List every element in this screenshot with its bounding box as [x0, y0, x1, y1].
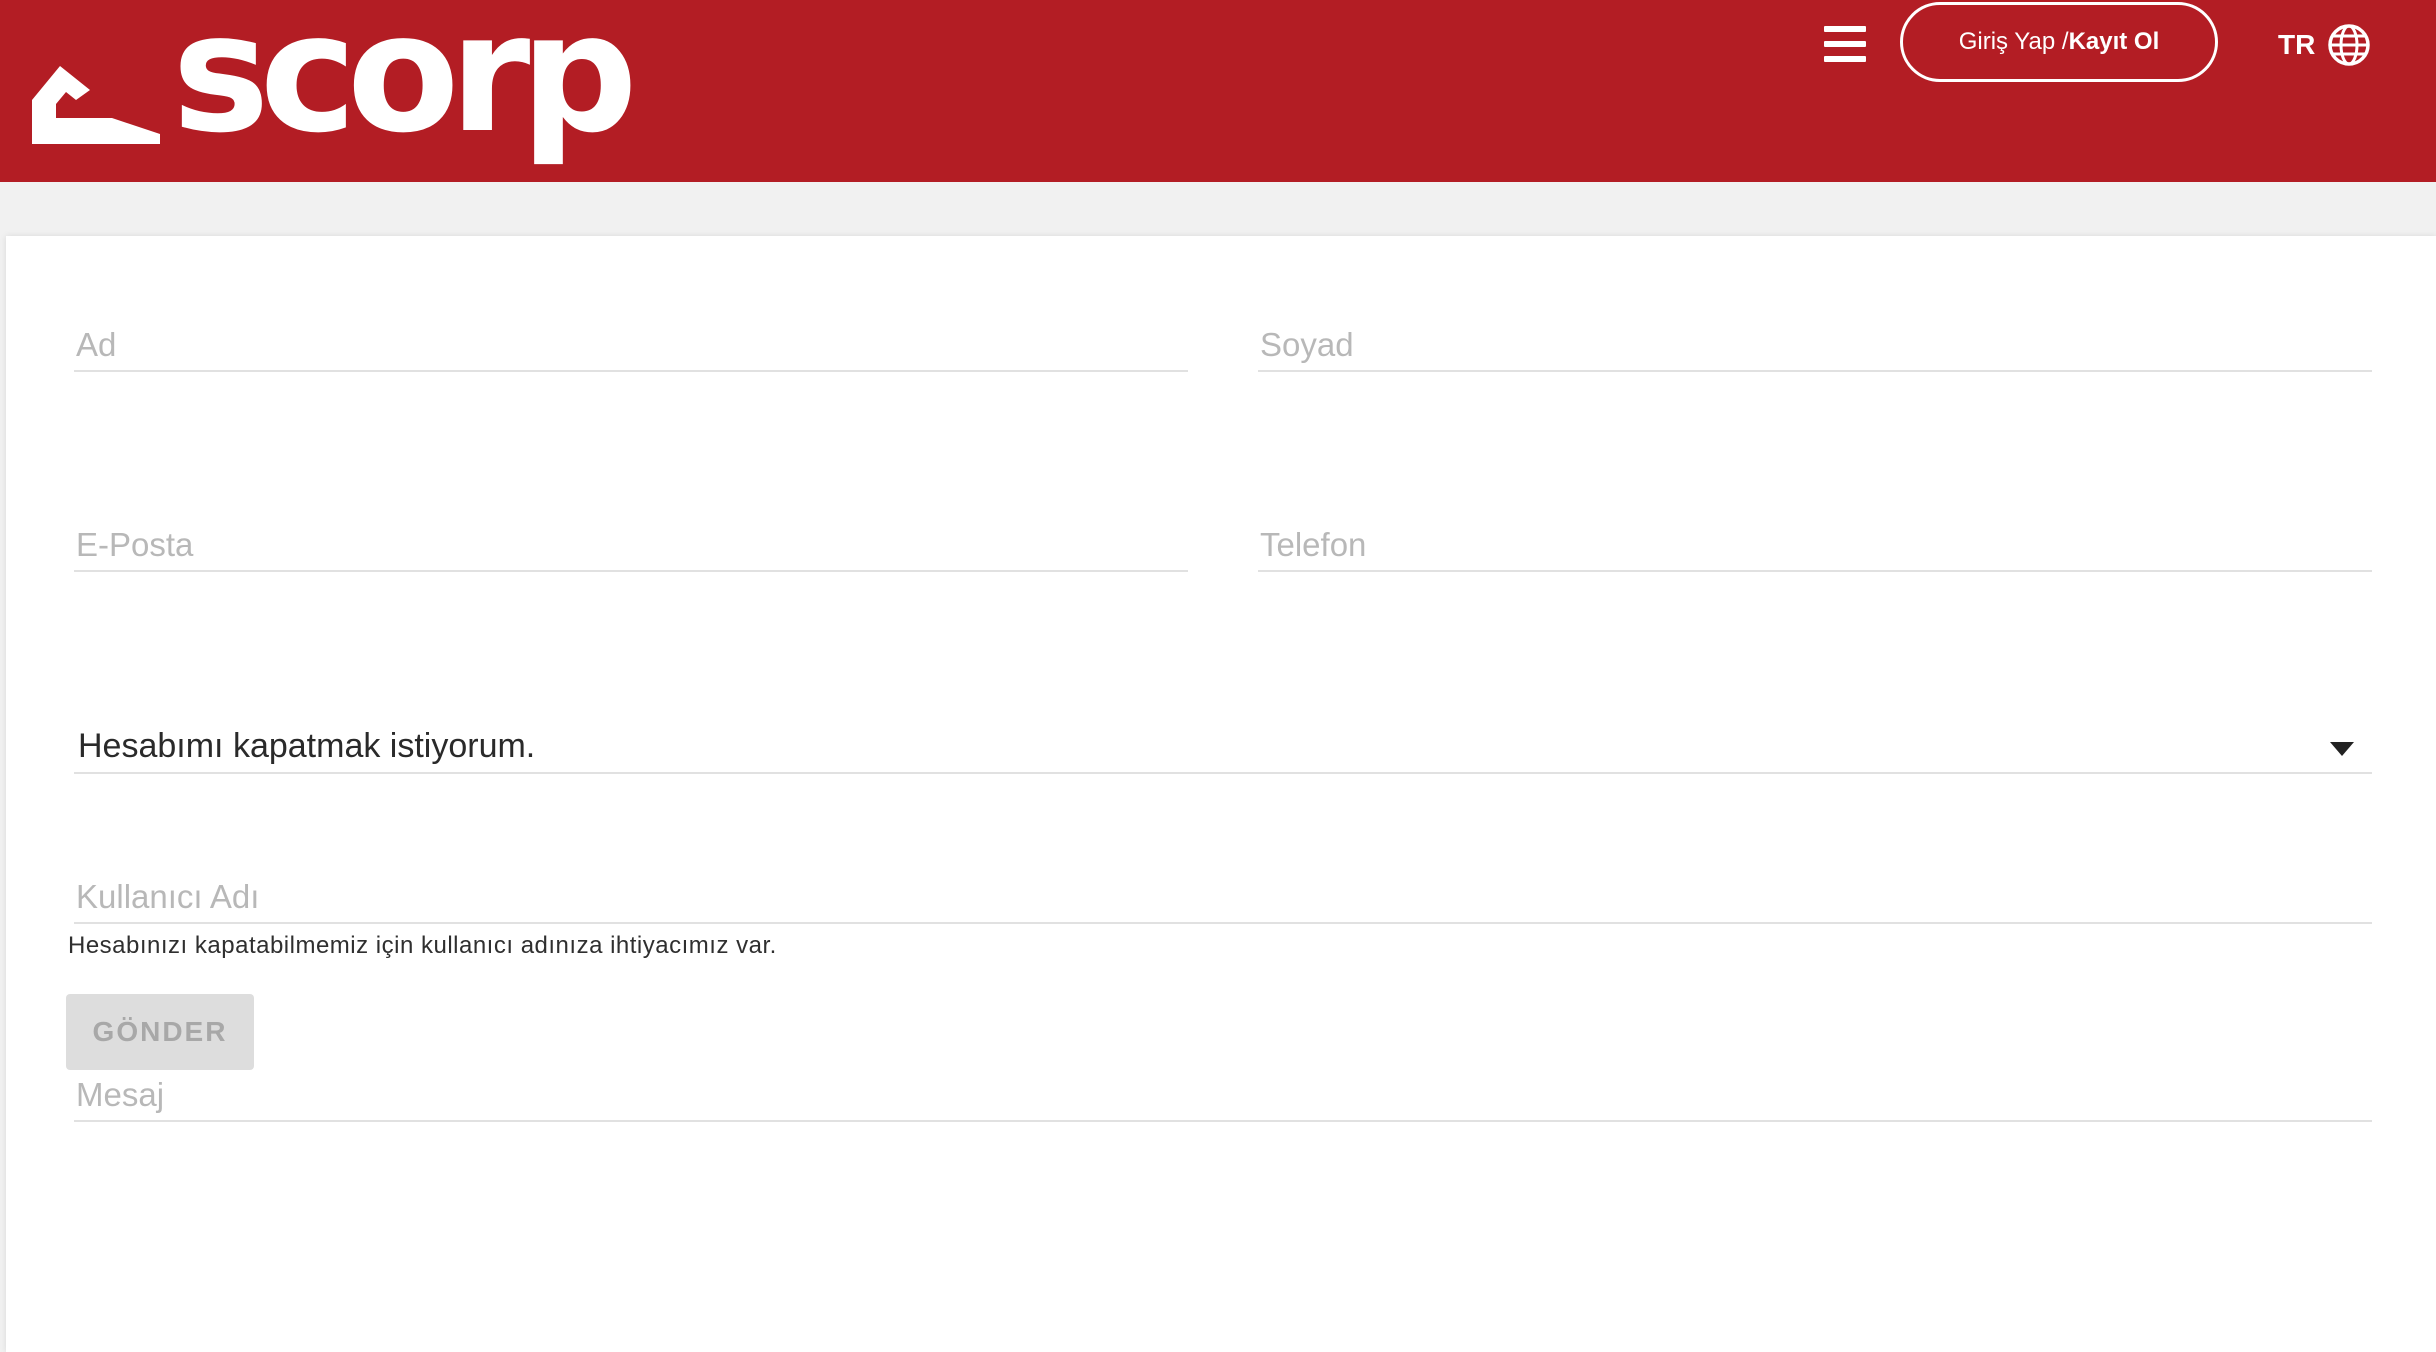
- email-input[interactable]: E-Posta: [74, 518, 1188, 572]
- first-name-input[interactable]: Ad: [74, 318, 1188, 372]
- phone-placeholder: Telefon: [1260, 526, 1367, 563]
- login-register-button[interactable]: Giriş Yap / Kayıt Ol: [1900, 2, 2218, 82]
- login-label: Giriş Yap /: [1958, 28, 2069, 55]
- first-name-placeholder: Ad: [76, 326, 117, 363]
- username-hint: Hesabınızı kapatabilmemiz için kullanıcı…: [68, 932, 777, 959]
- phone-input[interactable]: Telefon: [1258, 518, 2372, 572]
- logo-wordmark: scorp: [172, 0, 638, 169]
- username-placeholder: Kullanıcı Adı: [76, 878, 260, 915]
- register-label: Kayıt Ol: [2068, 28, 2160, 55]
- scorp-logo[interactable]: scorp: [32, 0, 638, 166]
- hamburger-menu-icon[interactable]: [1824, 26, 1866, 62]
- language-code: TR: [2278, 29, 2316, 60]
- last-name-placeholder: Soyad: [1260, 326, 1354, 363]
- language-selector[interactable]: TR: [2278, 18, 2371, 72]
- top-header: scorp Giriş Yap / Kayıt Ol TR: [0, 0, 2436, 182]
- globe-icon: [2328, 24, 2371, 66]
- contact-form-card: [6, 236, 2436, 1352]
- email-placeholder: E-Posta: [76, 526, 194, 563]
- last-name-input[interactable]: Soyad: [1258, 318, 2372, 372]
- logo-mark-icon: [32, 66, 160, 144]
- topic-selected-value: Hesabımı kapatmak istiyorum.: [78, 727, 536, 765]
- submit-button[interactable]: GÖNDER: [66, 994, 254, 1070]
- caret-down-icon: [2330, 742, 2354, 756]
- topic-select[interactable]: Hesabımı kapatmak istiyorum.: [74, 720, 2372, 774]
- message-input[interactable]: Mesaj: [74, 1068, 2372, 1122]
- message-placeholder: Mesaj: [76, 1076, 165, 1113]
- username-input[interactable]: Kullanıcı Adı: [74, 870, 2372, 924]
